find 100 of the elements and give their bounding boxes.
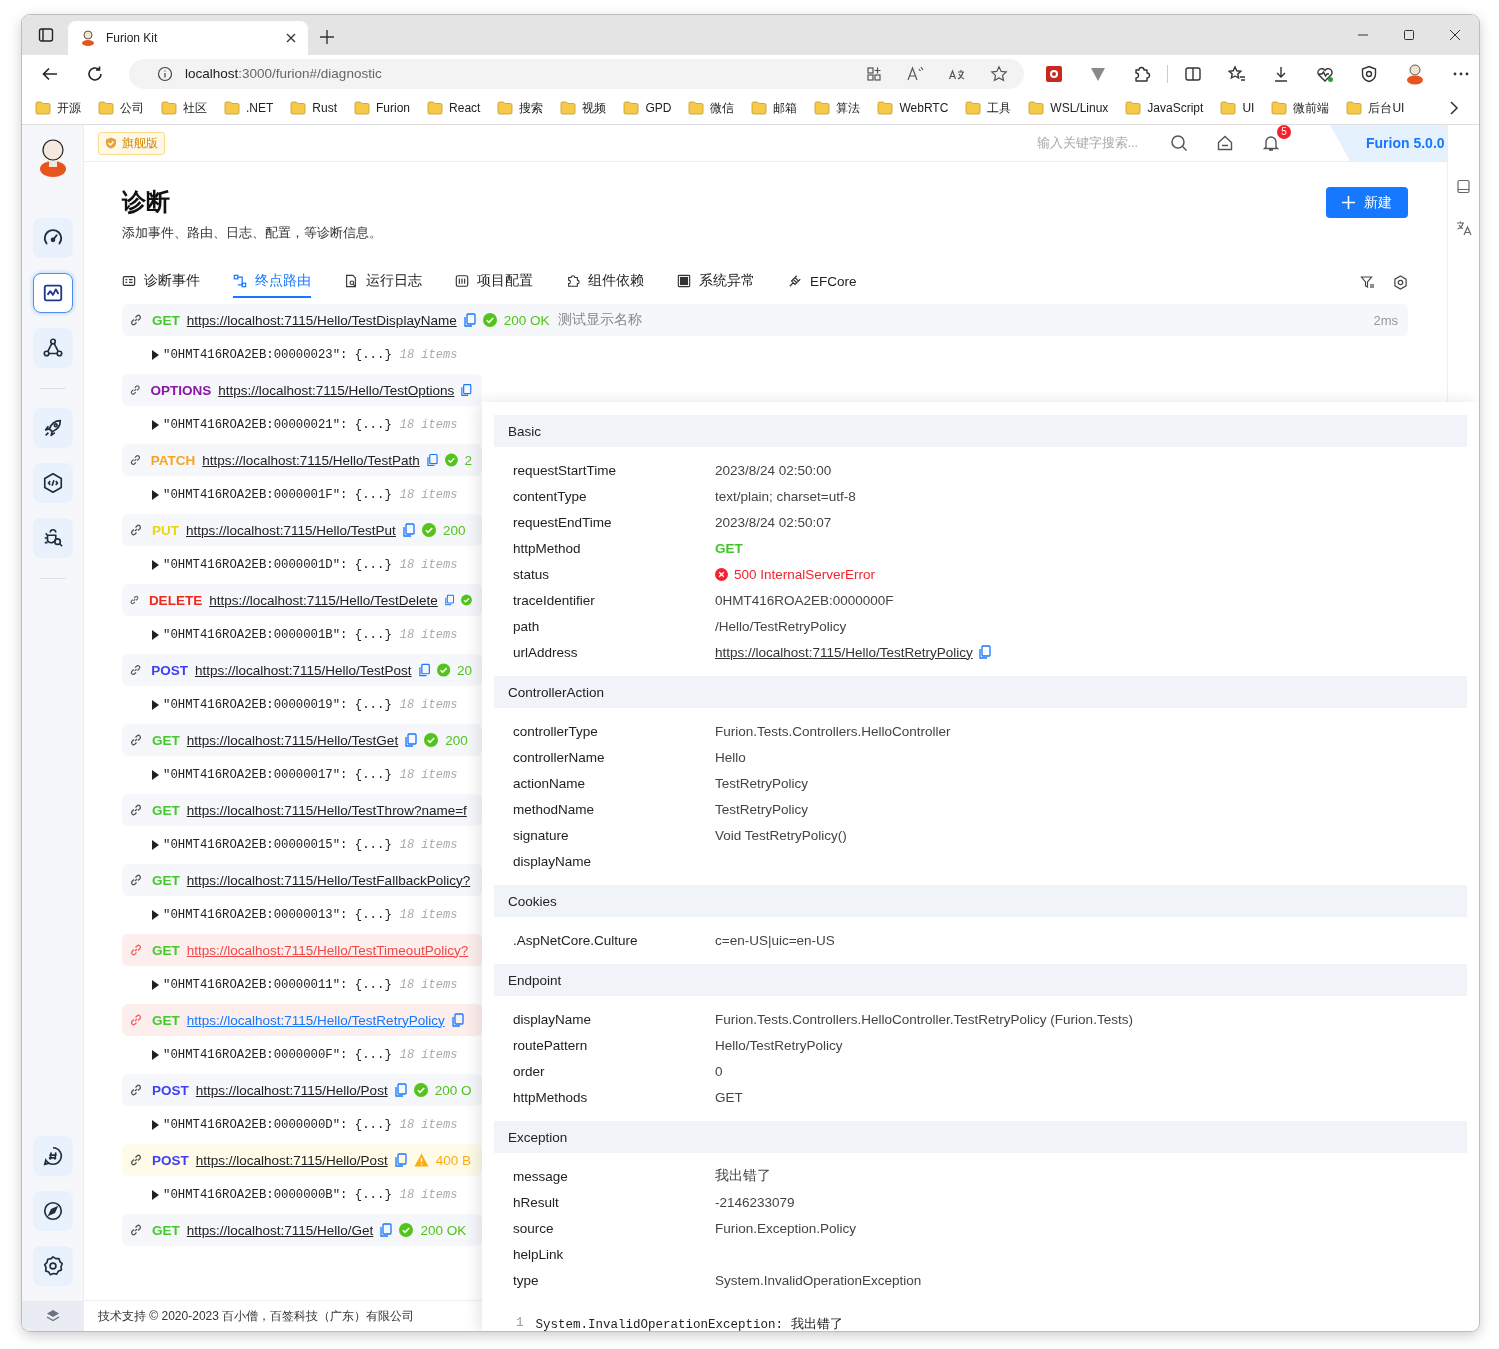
copy-icon[interactable] <box>978 645 991 659</box>
request-url-link[interactable]: https://localhost:7115/Hello/TestGet <box>186 732 399 748</box>
copy-icon[interactable] <box>426 453 438 467</box>
request-row[interactable]: PUT https://localhost:7115/Hello/TestPut 200 <box>122 514 482 546</box>
request-row[interactable]: GET https://localhost:7115/Hello/TestFallbackPolicy? <box>122 864 482 896</box>
request-row[interactable]: OPTIONS https://localhost:7115/Hello/TestOptions <box>122 374 482 406</box>
request-url-link[interactable]: https://localhost:7115/Hello/TestPost <box>194 662 412 678</box>
address-bar[interactable]: localhost:3000/furion#/diagnostic <box>129 58 1024 89</box>
tab[interactable]: EFCore <box>788 264 899 300</box>
new-tab-icon[interactable] <box>320 30 334 44</box>
expand-triangle-icon[interactable] <box>152 490 159 500</box>
request-row[interactable]: POST https://localhost:7115/Hello/TestPost 20 <box>122 654 482 686</box>
bookmark-folder[interactable]: .NET <box>224 101 274 115</box>
sidebar-nav-button[interactable] <box>32 273 73 313</box>
expand-triangle-icon[interactable] <box>152 770 159 780</box>
star-icon[interactable] <box>990 64 1008 83</box>
new-button[interactable]: 新建 <box>1326 187 1408 218</box>
chevron-right-icon[interactable] <box>1449 101 1459 115</box>
read-aloud-icon[interactable] <box>906 65 924 82</box>
close-icon[interactable] <box>1449 29 1461 41</box>
expand-triangle-icon[interactable] <box>152 840 159 850</box>
tab[interactable]: 项目配置 <box>455 264 566 300</box>
expand-triangle-icon[interactable] <box>152 630 159 640</box>
bookmark-folder[interactable]: UI <box>1220 101 1255 115</box>
tab[interactable]: 诊断事件 <box>122 264 233 300</box>
request-row[interactable]: GET https://localhost:7115/Hello/TestGet 200 <box>122 724 482 756</box>
expand-triangle-icon[interactable] <box>152 910 159 920</box>
copy-icon[interactable] <box>451 1013 464 1027</box>
request-url-link[interactable]: https://localhost:7115/Hello/Post <box>195 1152 388 1168</box>
request-row[interactable]: GET https://localhost:7115/Hello/TestThrow?name=f <box>122 794 482 826</box>
close-icon[interactable] <box>286 33 296 43</box>
bell-icon[interactable] <box>1262 134 1280 152</box>
request-url-link[interactable]: https://localhost:7115/Hello/TestPut <box>186 522 396 538</box>
request-url-link[interactable]: https://localhost:7115/Hello/TestFallbackPolicy? <box>186 872 471 888</box>
sidebar-nav-button[interactable] <box>32 328 73 368</box>
sidebar-tool-button[interactable] <box>32 1246 73 1286</box>
sidebar-tool-button[interactable] <box>32 1136 73 1176</box>
request-row[interactable]: POST https://localhost:7115/Hello/Post 400 B <box>122 1144 482 1176</box>
expand-triangle-icon[interactable] <box>152 1120 159 1130</box>
tab[interactable]: 系统异常 <box>677 264 788 300</box>
bookmark-folder[interactable]: GPD <box>623 101 672 115</box>
request-row[interactable]: GET https://localhost:7115/Hello/Get 200 OK <box>122 1214 482 1246</box>
settings-icon[interactable] <box>1393 274 1408 290</box>
request-row[interactable]: PATCH https://localhost:7115/Hello/TestPath 2 <box>122 444 482 476</box>
bookmark-folder[interactable]: 微前端 <box>1271 99 1330 117</box>
layers-icon[interactable] <box>45 1309 60 1323</box>
sidebar-nav-button[interactable] <box>32 463 73 503</box>
bookmark-folder[interactable]: React <box>427 101 481 115</box>
bookmark-folder[interactable]: 搜索 <box>497 99 544 117</box>
expand-triangle-icon[interactable] <box>152 1190 159 1200</box>
bookmark-folder[interactable]: 工具 <box>965 99 1012 117</box>
split-screen-icon[interactable] <box>1184 64 1202 83</box>
request-url-link[interactable]: https://localhost:7115/Hello/TestThrow?name=f <box>186 802 467 818</box>
tab-actions-icon[interactable] <box>38 27 54 43</box>
request-row[interactable]: DELETE https://localhost:7115/Hello/TestDelete <box>122 584 482 616</box>
expand-triangle-icon[interactable] <box>152 350 159 360</box>
expand-triangle-icon[interactable] <box>152 420 159 430</box>
maximize-icon[interactable] <box>1403 29 1415 41</box>
book-icon[interactable] <box>1456 179 1471 194</box>
copy-icon[interactable] <box>402 523 415 537</box>
version-button[interactable]: Furion 5.0.0 <box>1330 125 1447 161</box>
extension-icon[interactable] <box>1045 64 1063 83</box>
bookmark-folder[interactable]: 微信 <box>688 99 735 117</box>
favorites-icon[interactable] <box>1228 64 1246 83</box>
bookmark-folder[interactable]: Furion <box>354 101 411 115</box>
sidebar-nav-button[interactable] <box>32 218 73 258</box>
request-url-link[interactable]: https://localhost:7115/Hello/Post <box>195 1082 388 1098</box>
download-icon[interactable] <box>1272 64 1290 83</box>
sidebar-tool-button[interactable] <box>32 1191 73 1231</box>
reload-icon[interactable] <box>86 64 104 83</box>
copy-icon[interactable] <box>394 1153 407 1167</box>
request-row[interactable]: GET https://localhost:7115/Hello/TestRetryPolicy <box>122 1004 482 1036</box>
bookmark-folder[interactable]: WSL/Linux <box>1028 101 1109 115</box>
bookmark-folder[interactable]: 后台UI <box>1346 99 1405 117</box>
bookmark-folder[interactable]: 公司 <box>98 99 144 117</box>
search-icon[interactable] <box>1170 134 1188 152</box>
sidebar-nav-button[interactable] <box>32 518 73 558</box>
bookmark-folder[interactable]: 邮箱 <box>751 99 798 117</box>
apps-icon[interactable] <box>866 65 882 82</box>
browser-tab[interactable]: Furion Kit <box>68 21 308 55</box>
home-icon[interactable] <box>1216 134 1234 152</box>
tab[interactable]: 组件依赖 <box>566 264 677 300</box>
bookmark-folder[interactable]: Rust <box>290 101 338 115</box>
copy-icon[interactable] <box>405 733 418 747</box>
translate-icon[interactable] <box>1455 220 1472 236</box>
bookmark-folder[interactable]: 算法 <box>814 99 861 117</box>
request-url-link[interactable]: https://localhost:7115/Hello/TestOptions <box>218 382 455 398</box>
copy-icon[interactable] <box>461 383 472 397</box>
filter-icon[interactable] <box>1360 274 1375 290</box>
profile-avatar-icon[interactable] <box>1404 62 1426 85</box>
request-url-link[interactable]: https://localhost:7115/Hello/Get <box>186 1222 374 1238</box>
expand-triangle-icon[interactable] <box>152 1050 159 1060</box>
copy-icon[interactable] <box>380 1223 393 1237</box>
copy-icon[interactable] <box>444 593 455 607</box>
request-url-link[interactable]: https://localhost:7115/Hello/TestDelete <box>209 592 438 608</box>
bookmark-folder[interactable]: 社区 <box>161 99 207 117</box>
puzzle-icon[interactable] <box>1133 64 1151 83</box>
bookmark-folder[interactable]: 视频 <box>560 99 607 117</box>
expand-triangle-icon[interactable] <box>152 980 159 990</box>
copy-icon[interactable] <box>463 313 476 327</box>
